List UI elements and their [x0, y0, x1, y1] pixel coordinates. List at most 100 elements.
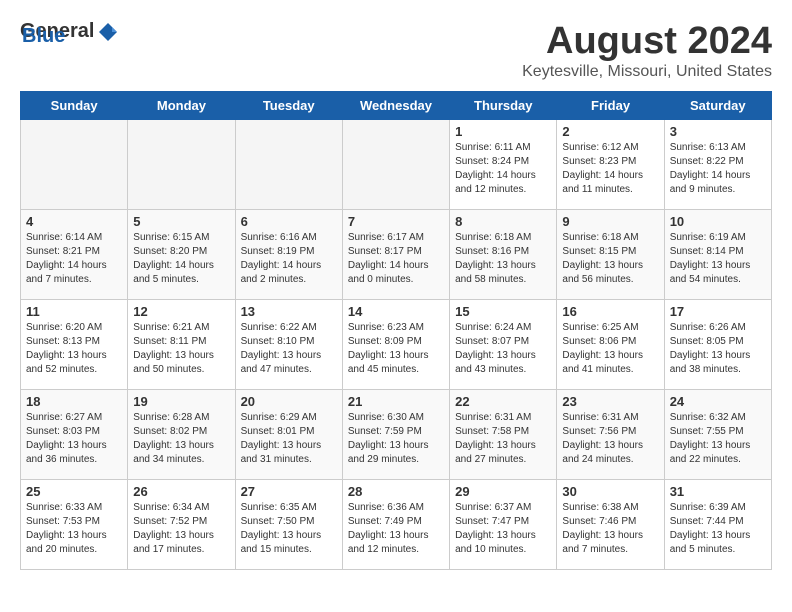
month-title: August 2024 [522, 20, 772, 63]
day-number: 30 [562, 484, 658, 499]
day-info: Sunrise: 6:27 AM Sunset: 8:03 PM Dayligh… [26, 411, 122, 467]
day-info: Sunrise: 6:34 AM Sunset: 7:52 PM Dayligh… [133, 501, 229, 557]
day-info: Sunrise: 6:11 AM Sunset: 8:24 PM Dayligh… [455, 141, 551, 197]
calendar-week-2: 4 Sunrise: 6:14 AM Sunset: 8:21 PM Daylig… [21, 210, 772, 300]
calendar-week-4: 18 Sunrise: 6:27 AM Sunset: 8:03 PM Dayli… [21, 390, 772, 480]
logo: General Blue [20, 20, 122, 48]
day-info: Sunrise: 6:36 AM Sunset: 7:49 PM Dayligh… [348, 501, 444, 557]
calendar-cell [342, 120, 449, 210]
day-number: 6 [241, 214, 337, 229]
calendar-table: SundayMondayTuesdayWednesdayThursdayFrid… [20, 91, 772, 570]
calendar-week-5: 25Sunrise: 6:33 AM Sunset: 7:53 PM Dayli… [21, 480, 772, 570]
calendar-cell: 28Sunrise: 6:36 AM Sunset: 7:49 PM Dayli… [342, 480, 449, 570]
day-info: Sunrise: 6:12 AM Sunset: 8:23 PM Dayligh… [562, 141, 658, 197]
title-area: August 2024 Keytesville, Missouri, Unite… [522, 20, 772, 81]
day-info: Sunrise: 6:13 AM Sunset: 8:22 PM Dayligh… [670, 141, 766, 197]
day-number: 22 [455, 394, 551, 409]
day-info: Sunrise: 6:20 AM Sunset: 8:13 PM Dayligh… [26, 321, 122, 377]
calendar-cell: 31Sunrise: 6:39 AM Sunset: 7:44 PM Dayli… [664, 480, 771, 570]
calendar-cell: 24 Sunrise: 6:32 AM Sunset: 7:55 PM Dayli… [664, 390, 771, 480]
day-number: 12 [133, 304, 229, 319]
day-number: 4 [26, 214, 122, 229]
calendar-cell: 9Sunrise: 6:18 AM Sunset: 8:15 PM Daylig… [557, 210, 664, 300]
calendar-week-3: 11 Sunrise: 6:20 AM Sunset: 8:13 PM Dayli… [21, 300, 772, 390]
day-info: Sunrise: 6:14 AM Sunset: 8:21 PM Dayligh… [26, 231, 122, 287]
calendar-cell: 29 Sunrise: 6:37 AM Sunset: 7:47 PM Dayli… [450, 480, 557, 570]
day-number: 23 [562, 394, 658, 409]
day-number: 19 [133, 394, 229, 409]
day-number: 24 [670, 394, 766, 409]
header-day-friday: Friday [557, 92, 664, 120]
calendar-cell: 11 Sunrise: 6:20 AM Sunset: 8:13 PM Dayli… [21, 300, 128, 390]
day-info: Sunrise: 6:23 AM Sunset: 8:09 PM Dayligh… [348, 321, 444, 377]
calendar-cell: 18 Sunrise: 6:27 AM Sunset: 8:03 PM Dayli… [21, 390, 128, 480]
day-info: Sunrise: 6:18 AM Sunset: 8:16 PM Dayligh… [455, 231, 551, 287]
calendar-cell: 23Sunrise: 6:31 AM Sunset: 7:56 PM Dayli… [557, 390, 664, 480]
calendar-cell: 26 Sunrise: 6:34 AM Sunset: 7:52 PM Dayli… [128, 480, 235, 570]
calendar-cell [128, 120, 235, 210]
calendar-cell: 27 Sunrise: 6:35 AM Sunset: 7:50 PM Dayli… [235, 480, 342, 570]
day-number: 26 [133, 484, 229, 499]
day-info: Sunrise: 6:19 AM Sunset: 8:14 PM Dayligh… [670, 231, 766, 287]
day-number: 17 [670, 304, 766, 319]
day-number: 15 [455, 304, 551, 319]
calendar-cell: 4 Sunrise: 6:14 AM Sunset: 8:21 PM Daylig… [21, 210, 128, 300]
day-info: Sunrise: 6:17 AM Sunset: 8:17 PM Dayligh… [348, 231, 444, 287]
calendar-cell: 17 Sunrise: 6:26 AM Sunset: 8:05 PM Dayli… [664, 300, 771, 390]
day-number: 1 [455, 124, 551, 139]
calendar-cell: 2 Sunrise: 6:12 AM Sunset: 8:23 PM Daylig… [557, 120, 664, 210]
day-number: 2 [562, 124, 658, 139]
day-number: 7 [348, 214, 444, 229]
day-info: Sunrise: 6:30 AM Sunset: 7:59 PM Dayligh… [348, 411, 444, 467]
logo-blue: Blue [22, 25, 65, 48]
calendar-cell: 14 Sunrise: 6:23 AM Sunset: 8:09 PM Dayli… [342, 300, 449, 390]
calendar-cell: 20 Sunrise: 6:29 AM Sunset: 8:01 PM Dayli… [235, 390, 342, 480]
calendar-cell [21, 120, 128, 210]
day-info: Sunrise: 6:37 AM Sunset: 7:47 PM Dayligh… [455, 501, 551, 557]
calendar-cell: 25Sunrise: 6:33 AM Sunset: 7:53 PM Dayli… [21, 480, 128, 570]
day-number: 13 [241, 304, 337, 319]
day-number: 27 [241, 484, 337, 499]
day-info: Sunrise: 6:35 AM Sunset: 7:50 PM Dayligh… [241, 501, 337, 557]
calendar-cell: 16Sunrise: 6:25 AM Sunset: 8:06 PM Dayli… [557, 300, 664, 390]
day-info: Sunrise: 6:26 AM Sunset: 8:05 PM Dayligh… [670, 321, 766, 377]
day-info: Sunrise: 6:28 AM Sunset: 8:02 PM Dayligh… [133, 411, 229, 467]
calendar-header: SundayMondayTuesdayWednesdayThursdayFrid… [21, 92, 772, 120]
day-number: 18 [26, 394, 122, 409]
day-info: Sunrise: 6:22 AM Sunset: 8:10 PM Dayligh… [241, 321, 337, 377]
day-number: 11 [26, 304, 122, 319]
day-info: Sunrise: 6:33 AM Sunset: 7:53 PM Dayligh… [26, 501, 122, 557]
calendar-cell: 15 Sunrise: 6:24 AM Sunset: 8:07 PM Dayli… [450, 300, 557, 390]
header-day-tuesday: Tuesday [235, 92, 342, 120]
day-number: 29 [455, 484, 551, 499]
location: Keytesville, Missouri, United States [522, 63, 772, 81]
calendar-cell: 3 Sunrise: 6:13 AM Sunset: 8:22 PM Daylig… [664, 120, 771, 210]
day-number: 14 [348, 304, 444, 319]
day-info: Sunrise: 6:39 AM Sunset: 7:44 PM Dayligh… [670, 501, 766, 557]
day-number: 20 [241, 394, 337, 409]
day-info: Sunrise: 6:21 AM Sunset: 8:11 PM Dayligh… [133, 321, 229, 377]
header-day-wednesday: Wednesday [342, 92, 449, 120]
header-day-monday: Monday [128, 92, 235, 120]
day-info: Sunrise: 6:31 AM Sunset: 7:58 PM Dayligh… [455, 411, 551, 467]
day-number: 8 [455, 214, 551, 229]
day-info: Sunrise: 6:16 AM Sunset: 8:19 PM Dayligh… [241, 231, 337, 287]
calendar-cell: 8 Sunrise: 6:18 AM Sunset: 8:16 PM Daylig… [450, 210, 557, 300]
day-number: 16 [562, 304, 658, 319]
header-row: SundayMondayTuesdayWednesdayThursdayFrid… [21, 92, 772, 120]
day-info: Sunrise: 6:32 AM Sunset: 7:55 PM Dayligh… [670, 411, 766, 467]
day-info: Sunrise: 6:15 AM Sunset: 8:20 PM Dayligh… [133, 231, 229, 287]
day-info: Sunrise: 6:24 AM Sunset: 8:07 PM Dayligh… [455, 321, 551, 377]
calendar-cell [235, 120, 342, 210]
day-info: Sunrise: 6:29 AM Sunset: 8:01 PM Dayligh… [241, 411, 337, 467]
day-number: 21 [348, 394, 444, 409]
logo-icon [97, 21, 119, 43]
day-number: 3 [670, 124, 766, 139]
calendar-cell: 19 Sunrise: 6:28 AM Sunset: 8:02 PM Dayli… [128, 390, 235, 480]
calendar-cell: 12 Sunrise: 6:21 AM Sunset: 8:11 PM Dayli… [128, 300, 235, 390]
calendar-cell: 22 Sunrise: 6:31 AM Sunset: 7:58 PM Dayli… [450, 390, 557, 480]
day-number: 10 [670, 214, 766, 229]
calendar-cell: 30Sunrise: 6:38 AM Sunset: 7:46 PM Dayli… [557, 480, 664, 570]
day-info: Sunrise: 6:18 AM Sunset: 8:15 PM Dayligh… [562, 231, 658, 287]
calendar-cell: 7 Sunrise: 6:17 AM Sunset: 8:17 PM Daylig… [342, 210, 449, 300]
